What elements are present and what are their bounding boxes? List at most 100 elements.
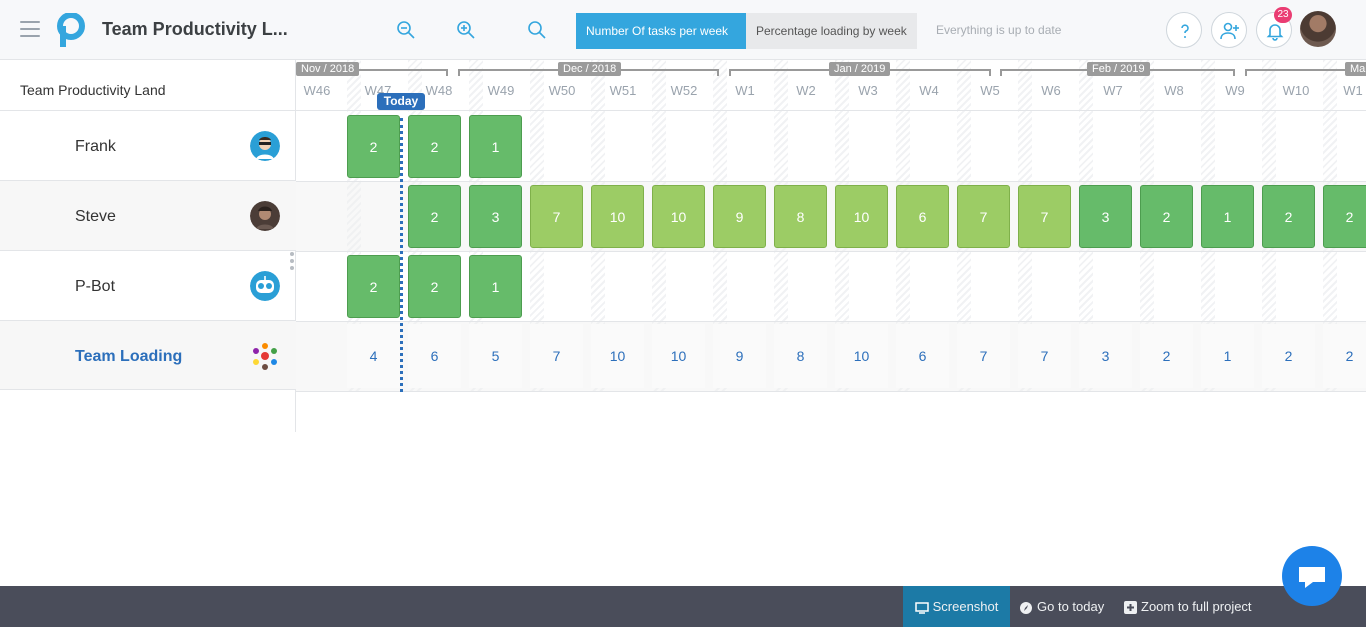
today-badge[interactable]: Today (377, 93, 425, 110)
resource-row-steve[interactable]: Steve (0, 180, 296, 250)
task-bar[interactable]: 2 (408, 115, 461, 178)
project-title[interactable]: Team Productivity L... (102, 19, 288, 40)
task-bar[interactable]: 2 (408, 185, 461, 248)
week-label: W46 (303, 83, 331, 98)
team-load-cell: 5 (469, 324, 522, 388)
team-load-cell: 6 (408, 324, 461, 388)
chat-bubble-icon (1299, 567, 1325, 588)
bottom-toolbar: Screenshot Go to today Zoom to full proj… (0, 586, 1366, 627)
task-bar[interactable]: 2 (408, 255, 461, 318)
task-bar[interactable]: 2 (1323, 185, 1366, 248)
month-header: Dec / 2018 (458, 62, 719, 76)
tab-tasks-per-week[interactable]: Number Of tasks per week (576, 13, 746, 49)
week-label: W52 (670, 83, 698, 98)
compass-icon (1020, 601, 1032, 614)
month-header: Ma (1245, 62, 1366, 76)
zoom-in-icon[interactable] (456, 20, 476, 40)
sync-status: Everything is up to date (936, 23, 1062, 37)
go-to-today-label: Go to today (1037, 599, 1105, 614)
week-label: W5 (980, 83, 1000, 98)
screenshot-label: Screenshot (932, 599, 999, 614)
panel-resize-handle[interactable] (290, 252, 294, 270)
top-bar: Team Productivity L... Number Of tasks p… (0, 0, 1366, 60)
task-bar[interactable]: 3 (469, 185, 522, 248)
team-load-cell: 10 (835, 324, 888, 388)
week-label: W49 (487, 83, 515, 98)
task-bar[interactable]: 10 (835, 185, 888, 248)
task-bar[interactable]: 7 (1018, 185, 1071, 248)
zoom-full-project-label: Zoom to full project (1141, 599, 1252, 614)
task-bar[interactable]: 3 (1079, 185, 1132, 248)
zoom-full-project-button[interactable]: Zoom to full project (1124, 586, 1252, 627)
resource-row-pbot[interactable]: P-Bot (0, 250, 296, 320)
team-load-cell: 3 (1079, 324, 1132, 388)
go-to-today-button[interactable]: Go to today (1019, 586, 1104, 627)
add-user-button[interactable] (1211, 12, 1247, 48)
monitor-icon (914, 601, 929, 614)
resource-name: Steve (75, 208, 116, 225)
month-header: Feb / 2019 (1000, 62, 1235, 76)
task-bar[interactable]: 2 (347, 255, 400, 318)
month-header: Jan / 2019 (729, 62, 991, 76)
bell-icon (1266, 24, 1284, 41)
week-label: W9 (1225, 83, 1245, 98)
week-label: W50 (548, 83, 576, 98)
team-load-cell: 7 (530, 324, 583, 388)
task-bar[interactable]: 1 (469, 255, 522, 318)
frank-avatar (250, 131, 280, 161)
team-load-cell: 2 (1262, 324, 1315, 388)
search-icon[interactable] (527, 20, 547, 40)
task-bar[interactable]: 2 (1262, 185, 1315, 248)
project-name: Team Productivity Land (20, 82, 166, 98)
help-icon (1181, 24, 1189, 38)
task-bar[interactable]: 2 (347, 115, 400, 178)
timeline-grid: Nov / 2018 Dec / 2018 Jan / 2019 Feb / 2… (296, 60, 1366, 392)
task-bar[interactable]: 1 (469, 115, 522, 178)
app-logo (57, 13, 85, 47)
week-label: W8 (1164, 83, 1184, 98)
user-avatar[interactable] (1300, 11, 1336, 47)
task-bar[interactable]: 7 (530, 185, 583, 248)
task-bar[interactable]: 7 (957, 185, 1010, 248)
task-bar[interactable]: 6 (896, 185, 949, 248)
week-label: W1 (735, 83, 755, 98)
tab-percentage-loading[interactable]: Percentage loading by week (746, 13, 917, 49)
resource-name: Frank (75, 138, 116, 155)
zoom-out-icon[interactable] (396, 20, 416, 40)
resource-panel: Team Productivity Land Frank Steve P-Bot (0, 60, 296, 432)
notification-count-badge: 23 (1274, 7, 1292, 23)
task-bar[interactable]: 8 (774, 185, 827, 248)
week-label: W1 (1343, 83, 1363, 98)
task-bar[interactable]: 2 (1140, 185, 1193, 248)
week-label: W7 (1103, 83, 1123, 98)
task-bar[interactable]: 9 (713, 185, 766, 248)
plus-square-icon (1124, 601, 1137, 615)
task-bar[interactable]: 10 (652, 185, 705, 248)
task-bar[interactable]: 10 (591, 185, 644, 248)
add-user-icon (1220, 22, 1239, 40)
team-load-cell: 7 (957, 324, 1010, 388)
week-label: W4 (919, 83, 939, 98)
task-bar[interactable]: 1 (1201, 185, 1254, 248)
team-load-cell: 2 (1140, 324, 1193, 388)
week-label: W10 (1282, 83, 1310, 98)
steve-avatar (250, 201, 280, 231)
screenshot-button[interactable]: Screenshot (903, 586, 1010, 627)
team-load-cell: 4 (347, 324, 400, 388)
resource-row-frank[interactable]: Frank (0, 110, 296, 180)
week-label: W3 (858, 83, 878, 98)
week-label: W6 (1041, 83, 1061, 98)
team-load-cell: 8 (774, 324, 827, 388)
team-load-cell: 2 (1323, 324, 1366, 388)
team-load-cell: 6 (896, 324, 949, 388)
help-button[interactable] (1166, 12, 1202, 48)
team-avatar (253, 343, 277, 370)
team-load-cell: 1 (1201, 324, 1254, 388)
month-header: Nov / 2018 (296, 62, 448, 76)
team-load-cell: 9 (713, 324, 766, 388)
today-line (400, 118, 403, 392)
robot-avatar (250, 271, 280, 301)
menu-icon[interactable] (20, 21, 40, 37)
team-loading-row[interactable]: Team Loading (0, 320, 296, 390)
chat-button[interactable] (1282, 546, 1342, 606)
